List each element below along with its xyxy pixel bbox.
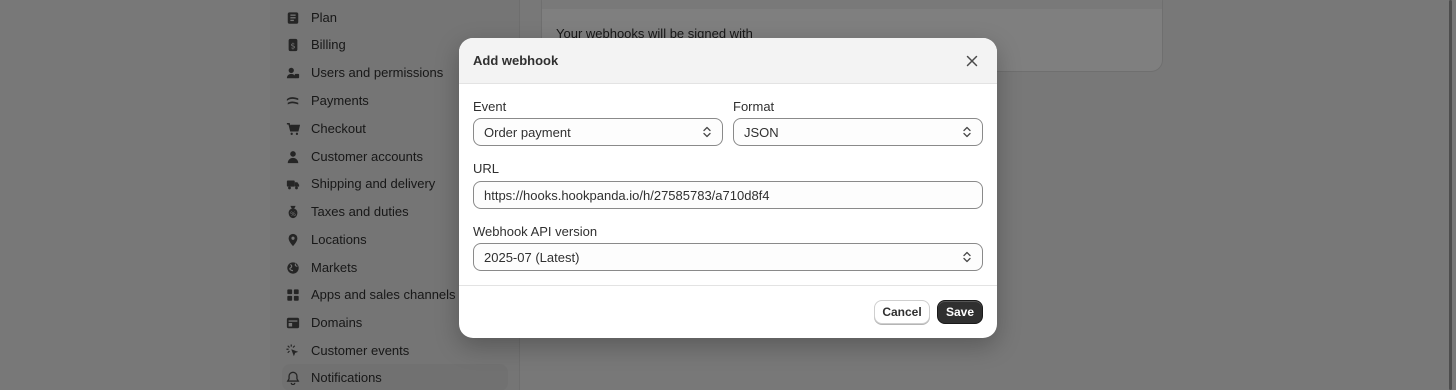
- format-label: Format: [733, 99, 775, 114]
- select-chevron-icon: [962, 250, 972, 264]
- save-button[interactable]: Save: [937, 300, 983, 324]
- format-select-value: JSON: [744, 124, 779, 140]
- api-version-select[interactable]: 2025-07 (Latest): [473, 243, 983, 271]
- close-button[interactable]: [964, 53, 980, 69]
- footer-divider: [459, 285, 997, 286]
- close-icon: [966, 55, 978, 67]
- modal-header: Add webhook: [459, 38, 997, 84]
- cancel-button[interactable]: Cancel: [874, 300, 930, 324]
- url-input-value: https://hooks.hookpanda.io/h/27585783/a7…: [484, 187, 770, 203]
- event-label: Event: [473, 99, 507, 114]
- url-label: URL: [473, 161, 500, 176]
- api-version-label: Webhook API version: [473, 224, 598, 239]
- url-input[interactable]: https://hooks.hookpanda.io/h/27585783/a7…: [473, 181, 983, 209]
- select-chevron-icon: [962, 125, 972, 139]
- format-select[interactable]: JSON: [733, 118, 983, 146]
- add-webhook-dialog: Add webhook Event Order payment Format J…: [459, 38, 997, 338]
- event-select-value: Order payment: [484, 124, 571, 140]
- modal-title: Add webhook: [473, 53, 559, 68]
- api-version-select-value: 2025-07 (Latest): [484, 249, 580, 265]
- select-chevron-icon: [702, 125, 712, 139]
- event-select[interactable]: Order payment: [473, 118, 723, 146]
